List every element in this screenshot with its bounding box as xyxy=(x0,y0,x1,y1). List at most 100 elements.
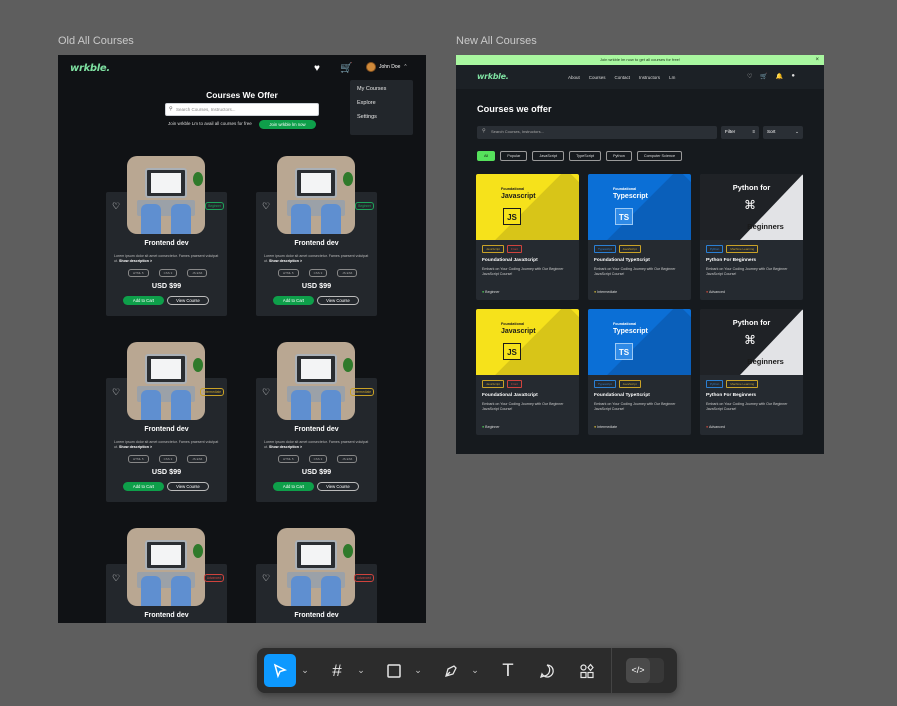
tag: JS ES6 xyxy=(337,269,358,277)
sort-select[interactable]: Sort ⌄ xyxy=(763,126,803,139)
level-dot-icon: ● xyxy=(706,425,709,429)
add-to-cart-button[interactable]: Add to Cart xyxy=(123,482,164,491)
old-all-courses-frame[interactable]: wrkble. ♥ 🛒 John Doe ⌃ My Courses Explor… xyxy=(58,55,426,623)
search-icon: ⚲ xyxy=(482,128,486,134)
frame-label-old[interactable]: Old All Courses xyxy=(58,35,134,47)
course-title: Foundational TypeScript xyxy=(594,393,650,398)
frame-tool-button[interactable]: # xyxy=(323,654,351,687)
course-title: Frontend dev xyxy=(294,426,339,433)
avatar[interactable]: ● xyxy=(791,73,795,80)
pen-icon xyxy=(445,664,457,677)
course-card[interactable]: ♡ Intermediate Frontend dev Lorem ipsum d… xyxy=(106,342,227,502)
text-tool-button[interactable]: T xyxy=(494,654,522,687)
course-card[interactable]: ♡ Intermediate Frontend dev Lorem ipsum d… xyxy=(256,342,377,502)
chip-javascript[interactable]: JavaScript xyxy=(532,151,565,161)
frame-label-new[interactable]: New All Courses xyxy=(456,35,537,47)
chip-all[interactable]: All xyxy=(477,151,496,161)
course-image xyxy=(277,528,355,606)
logo[interactable]: wrkble. xyxy=(477,72,509,81)
chip-typescript[interactable]: TypeScript xyxy=(569,151,601,161)
show-description-link[interactable]: Show description > xyxy=(269,259,302,263)
js-logo: JS xyxy=(503,343,521,360)
heart-icon[interactable]: ♡ xyxy=(112,387,120,398)
search-input[interactable]: ⚲ Search Courses, Instructors... xyxy=(477,126,717,139)
nav-contact[interactable]: Contact xyxy=(615,75,631,80)
course-card[interactable]: Foundational Javascript JS JavaScript Fr… xyxy=(476,309,579,435)
view-course-button[interactable]: View Course xyxy=(317,296,359,305)
view-course-button[interactable]: View Course xyxy=(317,482,359,491)
course-level: ● Intermediate xyxy=(594,425,618,429)
heart-icon[interactable]: ♡ xyxy=(262,201,270,212)
join-button[interactable]: Join wrkble lm now xyxy=(259,120,316,129)
course-cover: Python for ⌘ Beginners xyxy=(700,309,803,375)
chip-computer-science[interactable]: Computer Science xyxy=(636,151,683,161)
move-tool-button[interactable] xyxy=(264,654,296,687)
toolbar-divider xyxy=(611,648,612,693)
course-card[interactable]: Python for ⌘ Beginners Python Machine Le… xyxy=(700,174,803,300)
heart-icon[interactable]: ♡ xyxy=(262,387,270,398)
course-card[interactable]: ♡ Advanced Frontend dev xyxy=(256,528,377,623)
course-card[interactable]: ♡ Advanced Frontend dev xyxy=(106,528,227,623)
page-title: Courses We Offer xyxy=(206,90,278,100)
heart-icon[interactable]: ♡ xyxy=(112,201,120,212)
shape-tool-chevron[interactable]: ⌄ xyxy=(412,654,424,687)
comment-tool-button[interactable] xyxy=(533,654,561,687)
course-card[interactable]: Foundational Javascript JS JavaScript Fr… xyxy=(476,174,579,300)
heart-icon[interactable]: ♡ xyxy=(112,573,120,584)
course-title: Python For Beginners xyxy=(706,393,757,398)
dev-mode-toggle[interactable]: </> xyxy=(626,658,664,683)
show-description-link[interactable]: Show description > xyxy=(269,445,302,449)
view-course-button[interactable]: View Course xyxy=(167,482,209,491)
new-all-courses-frame[interactable]: Join wrkble lm now to get all courses fo… xyxy=(456,55,824,454)
logo[interactable]: wrkble. xyxy=(70,63,110,74)
nav-courses[interactable]: Courses xyxy=(589,75,606,80)
chip-python[interactable]: Python xyxy=(606,151,632,161)
heart-icon[interactable]: ♡ xyxy=(262,573,270,584)
user-menu[interactable]: John Doe ⌃ xyxy=(366,62,408,72)
tag: CSS 3 xyxy=(158,455,178,463)
dropdown-item-settings[interactable]: Settings xyxy=(357,114,406,120)
course-card[interactable]: Foundational Typescript TS Typescript Ja… xyxy=(588,174,691,300)
course-card[interactable]: ♡ Beginner Frontend dev Lorem ipsum dolor… xyxy=(106,156,227,316)
cart-icon[interactable]: 🛒 xyxy=(760,73,767,80)
components-tool-button[interactable] xyxy=(573,654,601,687)
frame-tool-chevron[interactable]: ⌄ xyxy=(355,654,367,687)
course-card[interactable]: ♡ Beginner Frontend dev Lorem ipsum dolor… xyxy=(256,156,377,316)
search-input[interactable]: ⚲ Search Courses, Instructors... xyxy=(165,103,319,116)
filter-button[interactable]: Filter ≡ xyxy=(721,126,759,139)
tag: HTML 5 xyxy=(128,269,149,277)
close-icon[interactable]: × xyxy=(815,55,819,65)
view-course-button[interactable]: View Course xyxy=(167,296,209,305)
course-tags: Typescript JavaScript xyxy=(594,245,641,253)
nav-instructors[interactable]: Instructors xyxy=(639,75,660,80)
shape-tool-button[interactable] xyxy=(380,654,408,687)
show-description-link[interactable]: Show description > xyxy=(119,445,152,449)
chevron-down-icon: ⌄ xyxy=(414,665,422,675)
level-dot-icon: ● xyxy=(482,290,485,294)
move-tool-chevron[interactable]: ⌄ xyxy=(299,654,311,687)
heart-icon[interactable]: ♥ xyxy=(314,63,320,74)
pen-tool-button[interactable] xyxy=(437,654,465,687)
add-to-cart-button[interactable]: Add to Cart xyxy=(273,296,314,305)
heart-icon[interactable]: ♡ xyxy=(747,73,752,80)
nav-lm[interactable]: Lm xyxy=(669,75,675,80)
tag: HTML 5 xyxy=(278,455,299,463)
cart-icon[interactable]: 🛒 xyxy=(340,63,352,74)
course-cover: Foundational Typescript TS xyxy=(588,174,691,240)
course-card[interactable]: Foundational Typescript TS Typescript Ja… xyxy=(588,309,691,435)
nav-about[interactable]: About xyxy=(568,75,580,80)
course-title: Foundational JavaScript xyxy=(482,393,538,398)
show-description-link[interactable]: Show description > xyxy=(119,259,152,263)
course-tags: Typescript JavaScript xyxy=(594,380,641,388)
course-card[interactable]: Python for ⌘ Beginners Python Machine Le… xyxy=(700,309,803,435)
chip-popular[interactable]: Popular xyxy=(500,151,528,161)
course-level: ● Intermediate xyxy=(594,290,618,294)
pen-tool-chevron[interactable]: ⌄ xyxy=(469,654,481,687)
add-to-cart-button[interactable]: Add to Cart xyxy=(123,296,164,305)
components-icon xyxy=(580,663,594,678)
dropdown-item-explore[interactable]: Explore xyxy=(357,100,406,106)
chevron-down-icon: ⌄ xyxy=(301,665,309,675)
bell-icon[interactable]: 🔔 xyxy=(776,73,783,80)
add-to-cart-button[interactable]: Add to Cart xyxy=(273,482,314,491)
ts-logo: TS xyxy=(615,208,633,225)
